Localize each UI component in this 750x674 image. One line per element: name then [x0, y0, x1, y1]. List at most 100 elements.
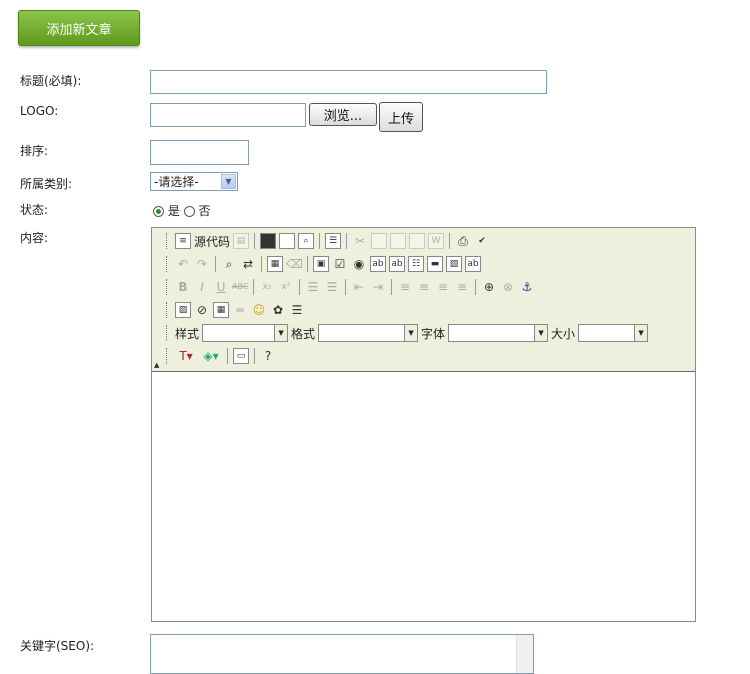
size-label: 大小 [551, 326, 576, 341]
paste-icon[interactable] [390, 233, 407, 249]
maximize-icon[interactable]: ▭ [233, 348, 249, 364]
unlink-icon[interactable]: ⊗ [500, 279, 516, 295]
find-icon[interactable]: ⌕ [221, 256, 237, 272]
hidden-field-icon[interactable]: ab [465, 256, 481, 272]
browse-button[interactable]: 浏览... [309, 103, 377, 126]
align-right-icon[interactable]: ≡ [435, 279, 451, 295]
textarea-icon[interactable]: ab [389, 256, 405, 272]
collapse-toolbar-icon[interactable]: ▲ [154, 361, 159, 369]
redo-icon[interactable]: ↷ [194, 256, 210, 272]
chevron-down-icon[interactable]: ▼ [534, 325, 548, 341]
undo-icon[interactable]: ↶ [175, 256, 191, 272]
seo-keywords-textarea[interactable] [150, 634, 534, 674]
special-char-icon[interactable]: ✿ [270, 302, 286, 318]
source-code-button[interactable]: 源代码 [194, 233, 230, 250]
format-combo[interactable]: ▼ [318, 324, 419, 342]
bold-icon[interactable]: B [175, 279, 191, 295]
image-button-icon[interactable]: ▨ [446, 256, 462, 272]
scrollbar[interactable] [516, 635, 533, 673]
category-select[interactable]: -请选择- ▼ [150, 172, 238, 191]
spellcheck-icon[interactable]: ✔ [474, 233, 490, 249]
chevron-down-icon[interactable]: ▼ [404, 325, 418, 341]
bulleted-list-icon[interactable]: ☰ [324, 279, 340, 295]
status-yes-radio[interactable] [153, 206, 164, 217]
status-yes-label: 是 [167, 204, 180, 218]
toolbar-row-6: T▾ ◈▾ ▭ ? [166, 345, 276, 367]
strike-icon[interactable]: ABC [232, 279, 248, 295]
editor-toolbar: ≡ 源代码 ▤ ⌕ ☰ ✂ W ⎙ ✔ ↶ ↷ ⌕ ⇄ ▦ ⌫ ▣ ☑ ◉ ab… [152, 228, 695, 372]
outdent-icon[interactable]: ⇤ [351, 279, 367, 295]
order-label: 排序: [20, 144, 49, 158]
order-input[interactable] [150, 140, 249, 165]
content-label: 内容: [20, 231, 49, 245]
indent-icon[interactable]: ⇥ [370, 279, 386, 295]
chevron-down-icon[interactable]: ▼ [221, 174, 236, 189]
smiley-icon[interactable]: ☺ [251, 302, 267, 318]
logo-label: LOGO: [20, 104, 59, 118]
select-field-icon[interactable]: ☷ [408, 256, 424, 272]
templates-icon[interactable]: ☰ [325, 233, 342, 249]
status-radio-group: 是 否 [153, 202, 211, 219]
about-icon[interactable]: ? [260, 348, 276, 364]
preview-icon[interactable]: ⌕ [298, 233, 315, 249]
title-input[interactable] [150, 70, 547, 94]
toolbar-row-5: 样式 ▼ 格式 ▼ 字体 ▼ 大小 ▼ [166, 322, 649, 344]
upload-button[interactable]: 上传 [379, 102, 423, 132]
paste-text-icon[interactable] [409, 233, 426, 249]
print-icon[interactable]: ⎙ [455, 233, 471, 249]
anchor-icon[interactable]: ⚓ [519, 279, 535, 295]
horizontal-rule-icon[interactable]: ═ [232, 302, 248, 318]
textfield-icon[interactable]: ab [370, 256, 386, 272]
toolbar-row-4: ▨ ⊘ ▦ ═ ☺ ✿ ☰ [166, 299, 305, 321]
numbered-list-icon[interactable]: ☰ [305, 279, 321, 295]
paste-word-icon[interactable]: W [428, 233, 445, 249]
page-break-icon[interactable]: ☰ [289, 302, 305, 318]
replace-icon[interactable]: ⇄ [240, 256, 256, 272]
radio-icon[interactable]: ◉ [351, 256, 367, 272]
remove-format-icon[interactable]: ⌫ [286, 256, 303, 272]
cut-icon[interactable]: ✂ [352, 233, 368, 249]
editor-content-area[interactable] [152, 372, 695, 621]
size-combo[interactable]: ▼ [578, 324, 649, 342]
select-all-icon[interactable]: ▦ [267, 256, 283, 272]
style-label: 样式 [175, 326, 200, 341]
style-combo[interactable]: ▼ [202, 324, 289, 342]
button-field-icon[interactable]: ▬ [427, 256, 443, 272]
copy-icon[interactable] [371, 233, 388, 249]
status-label: 状态: [20, 203, 49, 217]
chevron-down-icon[interactable]: ▼ [274, 325, 288, 341]
underline-icon[interactable]: U [213, 279, 229, 295]
doc-props-icon[interactable]: ▤ [233, 233, 250, 249]
flash-icon[interactable]: ⊘ [194, 302, 210, 318]
new-page-icon[interactable] [279, 233, 296, 249]
chevron-down-icon[interactable]: ▼ [634, 325, 648, 341]
add-article-button[interactable]: 添加新文章 [18, 10, 140, 46]
text-color-icon[interactable]: T▾ [175, 348, 197, 364]
align-left-icon[interactable]: ≡ [397, 279, 413, 295]
source-code-icon[interactable]: ≡ [175, 233, 191, 249]
bg-color-icon[interactable]: ◈▾ [200, 348, 222, 364]
category-selected-value: -请选择- [154, 175, 199, 189]
subscript-icon[interactable]: x₂ [259, 279, 275, 295]
table-icon[interactable]: ▦ [213, 302, 229, 318]
checkbox-icon[interactable]: ☑ [332, 256, 348, 272]
font-label: 字体 [421, 326, 446, 341]
logo-file-input[interactable] [150, 103, 306, 127]
font-combo[interactable]: ▼ [448, 324, 549, 342]
link-icon[interactable]: ⊕ [481, 279, 497, 295]
form-icon[interactable]: ▣ [313, 256, 329, 272]
superscript-icon[interactable]: x² [278, 279, 294, 295]
rich-text-editor: ≡ 源代码 ▤ ⌕ ☰ ✂ W ⎙ ✔ ↶ ↷ ⌕ ⇄ ▦ ⌫ ▣ ☑ ◉ ab… [151, 227, 696, 622]
title-label: 标题(必填): [20, 74, 82, 88]
align-center-icon[interactable]: ≡ [416, 279, 432, 295]
save-icon[interactable] [260, 233, 277, 249]
image-icon[interactable]: ▨ [175, 302, 191, 318]
status-no-radio[interactable] [183, 206, 195, 217]
category-label: 所属类别: [20, 177, 73, 191]
align-justify-icon[interactable]: ≡ [454, 279, 470, 295]
italic-icon[interactable]: I [194, 279, 210, 295]
toolbar-row-3: B I U ABC x₂ x² ☰ ☰ ⇤ ⇥ ≡ ≡ ≡ ≡ ⊕ ⊗ ⚓ [166, 276, 535, 298]
seo-label: 关键字(SEO): [20, 639, 95, 653]
toolbar-row-1: ≡ 源代码 ▤ ⌕ ☰ ✂ W ⎙ ✔ [166, 230, 490, 252]
status-no-label: 否 [198, 204, 211, 218]
